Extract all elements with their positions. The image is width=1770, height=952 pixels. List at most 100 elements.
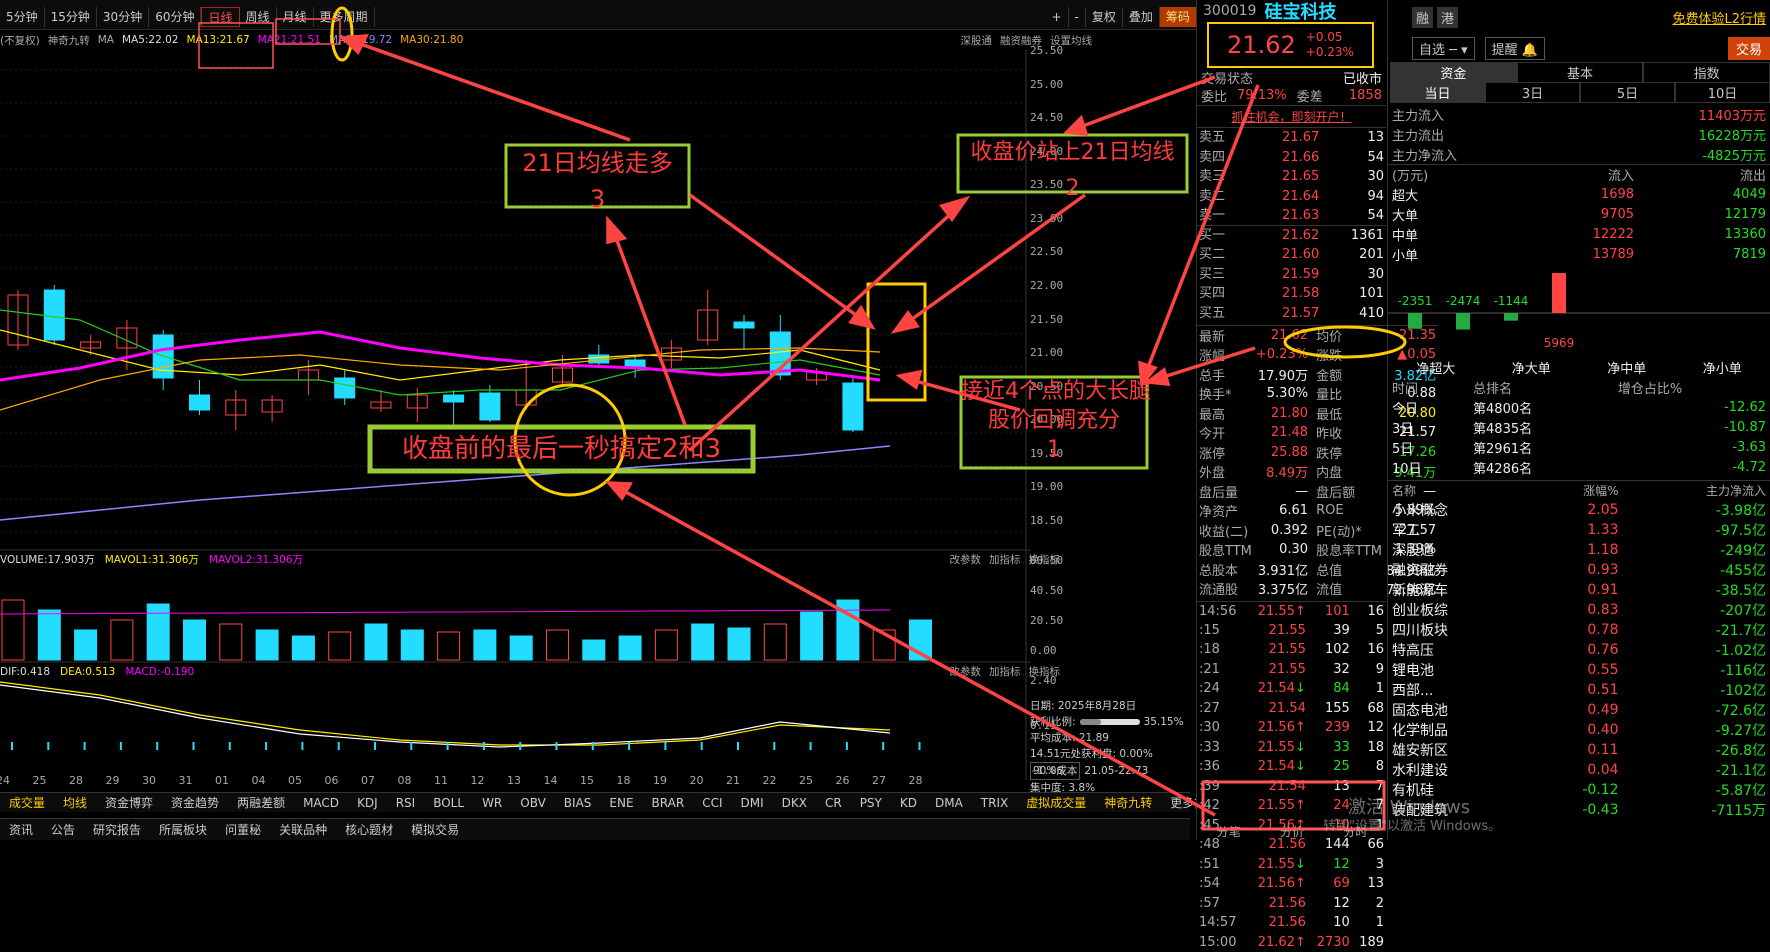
indicator-tab-0[interactable]: 成交量 (0, 794, 54, 811)
sector-row[interactable]: 四川板块0.78-21.7亿 (1388, 620, 1770, 640)
indicator-tab-16[interactable]: DKX (773, 796, 816, 810)
indicator-tab-13[interactable]: BRAR (643, 796, 694, 810)
period-tab-0[interactable]: 5分钟 (0, 7, 45, 27)
fund-tab-2[interactable]: 指数 (1643, 62, 1770, 83)
free-trial-link[interactable]: 免费体验L2行情 (1672, 8, 1766, 27)
ask-row[interactable]: 卖五21.6713 (1197, 128, 1386, 148)
sector-row[interactable]: 西部...0.51-102亿 (1388, 680, 1770, 700)
sector-row[interactable]: 创业板综0.83-207亿 (1388, 600, 1770, 620)
bottom-tab-6[interactable]: 核心题材 (336, 821, 402, 838)
quote-value: 5.30% (1254, 384, 1310, 404)
volume-bar (764, 624, 786, 660)
indicator-tab-10[interactable]: OBV (511, 796, 555, 810)
ma-right-1[interactable]: 深股通 (961, 33, 993, 48)
period-tab-3[interactable]: 60分钟 (149, 7, 201, 27)
bottom-tab-4[interactable]: 问董秘 (216, 821, 270, 838)
toolbar-button-0[interactable]: + (1045, 7, 1068, 27)
sector-row[interactable]: 深股通1.18-249亿 (1388, 540, 1770, 560)
period-tab-4[interactable]: 日线 (201, 7, 239, 27)
indicator-tab-9[interactable]: WR (473, 796, 511, 810)
indicator-tab-20[interactable]: DMA (926, 796, 972, 810)
bid-row[interactable]: 买四21.58101 (1197, 284, 1386, 304)
indicator-tab-17[interactable]: CR (816, 796, 851, 810)
date-label: 28 (69, 774, 83, 787)
indicator-tab-6[interactable]: KDJ (348, 796, 387, 810)
ask-row[interactable]: 卖二21.6494 (1197, 187, 1386, 207)
alert-button[interactable]: 提醒 🔔 (1485, 37, 1545, 60)
bid-row[interactable]: 买五21.57410 (1197, 304, 1386, 324)
indicator-tab-12[interactable]: ENE (600, 796, 642, 810)
period-tab-5[interactable]: 周线 (240, 7, 277, 27)
toolbar-button-3[interactable]: 叠加 (1123, 7, 1160, 27)
sector-row[interactable]: 雄安新区0.11-26.8亿 (1388, 740, 1770, 760)
toolbar-button-4[interactable]: 筹码 (1160, 7, 1197, 27)
trade-button[interactable]: 交易 (1728, 37, 1770, 60)
indicator-tab-14[interactable]: CCI (693, 796, 731, 810)
indicator-tab-3[interactable]: 资金趋势 (162, 794, 228, 811)
bid-row[interactable]: 买一21.621361 (1197, 226, 1386, 246)
indicator-tab-5[interactable]: MACD (294, 796, 348, 810)
bottom-tab-0[interactable]: 资讯 (0, 821, 42, 838)
bottom-tab-2[interactable]: 研究报告 (84, 821, 150, 838)
period-tab-1[interactable]: 15分钟 (45, 7, 97, 27)
fund-subtab-3[interactable]: 10日 (1675, 82, 1770, 103)
bottom-tab-1[interactable]: 公告 (42, 821, 84, 838)
tick-tab-1[interactable]: 分价 (1260, 823, 1323, 840)
sector-row[interactable]: 融资融券0.93-455亿 (1388, 560, 1770, 580)
ask-row[interactable]: 卖四21.6654 (1197, 148, 1386, 168)
sector-row[interactable]: 军工1.33-97.5亿 (1388, 520, 1770, 540)
fund-subtab-1[interactable]: 3日 (1485, 82, 1580, 103)
period-tab-7[interactable]: 更多周期 (314, 7, 375, 27)
macd-add-indicator[interactable]: 加指标 (989, 664, 1021, 679)
toolbar-button-1[interactable]: - (1069, 7, 1086, 27)
sector-row[interactable]: 锂电池0.55-116亿 (1388, 660, 1770, 680)
weibi-value: 79.13% (1237, 88, 1287, 103)
toolbar-button-2[interactable]: 复权 (1086, 7, 1123, 27)
adjust-type[interactable]: (不复权) (0, 33, 40, 48)
bottom-tab-7[interactable]: 模拟交易 (402, 821, 468, 838)
indicator-tab-11[interactable]: BIAS (555, 796, 601, 810)
tick-row: :2421.54↓841 (1197, 679, 1386, 699)
indicator-tab-19[interactable]: KD (891, 796, 926, 810)
indicator-tab-22[interactable]: 虚拟成交量 (1017, 794, 1095, 811)
bottom-tab-5[interactable]: 关联品种 (270, 821, 336, 838)
watchlist-button[interactable]: 自选 ─ ▾ (1412, 37, 1475, 60)
margin-button[interactable]: 融 (1412, 7, 1433, 28)
macd-change-params[interactable]: 改参数 (950, 664, 982, 679)
ask-row[interactable]: 卖一21.6354 (1197, 206, 1386, 226)
bottom-tab-3[interactable]: 所属板块 (150, 821, 216, 838)
sector-row[interactable]: 特高压0.76-1.02亿 (1388, 640, 1770, 660)
vol-change-params[interactable]: 改参数 (950, 552, 982, 567)
sector-row[interactable]: 水利建设0.04-21.1亿 (1388, 760, 1770, 780)
bid-row[interactable]: 买二21.60201 (1197, 245, 1386, 265)
cost-select[interactable]: 90%成本 (1030, 762, 1080, 780)
indicator-tab-23[interactable]: 神奇九转 (1095, 794, 1161, 811)
sector-row[interactable]: 化学制品0.40-9.27亿 (1388, 720, 1770, 740)
tick-count: 3 (1352, 855, 1386, 875)
fund-tab-0[interactable]: 资金 (1390, 62, 1517, 83)
period-tab-6[interactable]: 月线 (277, 7, 314, 27)
indicator-tab-4[interactable]: 两融差额 (228, 794, 294, 811)
bid-row[interactable]: 买三21.5930 (1197, 265, 1386, 285)
indicator-tab-8[interactable]: BOLL (424, 796, 473, 810)
hk-button[interactable]: 港 (1437, 7, 1458, 28)
period-tab-2[interactable]: 30分钟 (97, 7, 149, 27)
indicator-tab-15[interactable]: DMI (731, 796, 772, 810)
indicator-tab-21[interactable]: TRIX (972, 796, 1017, 810)
fund-subtab-0[interactable]: 当日 (1390, 82, 1485, 103)
indicator-tab-1[interactable]: 均线 (54, 794, 96, 811)
fund-tab-1[interactable]: 基本 (1517, 62, 1644, 83)
tick-tab-0[interactable]: 分笔 (1197, 823, 1260, 840)
indicator-tab-2[interactable]: 资金博弈 (96, 794, 162, 811)
fund-subtab-2[interactable]: 5日 (1580, 82, 1675, 103)
tick-row: :3021.56↑23912 (1197, 718, 1386, 738)
promo-link[interactable]: 抓住机会，即刻开户！ (1197, 106, 1386, 128)
sector-row[interactable]: 小米概念2.05-3.98亿 (1388, 500, 1770, 520)
indicator-tab-7[interactable]: RSI (387, 796, 425, 810)
indicator-name[interactable]: 神奇九转 (48, 33, 90, 48)
sector-row[interactable]: 固态电池0.49-72.6亿 (1388, 700, 1770, 720)
indicator-tab-18[interactable]: PSY (851, 796, 891, 810)
ask-row[interactable]: 卖三21.6530 (1197, 167, 1386, 187)
sector-row[interactable]: 新能源车0.91-38.5亿 (1388, 580, 1770, 600)
vol-add-indicator[interactable]: 加指标 (989, 552, 1021, 567)
